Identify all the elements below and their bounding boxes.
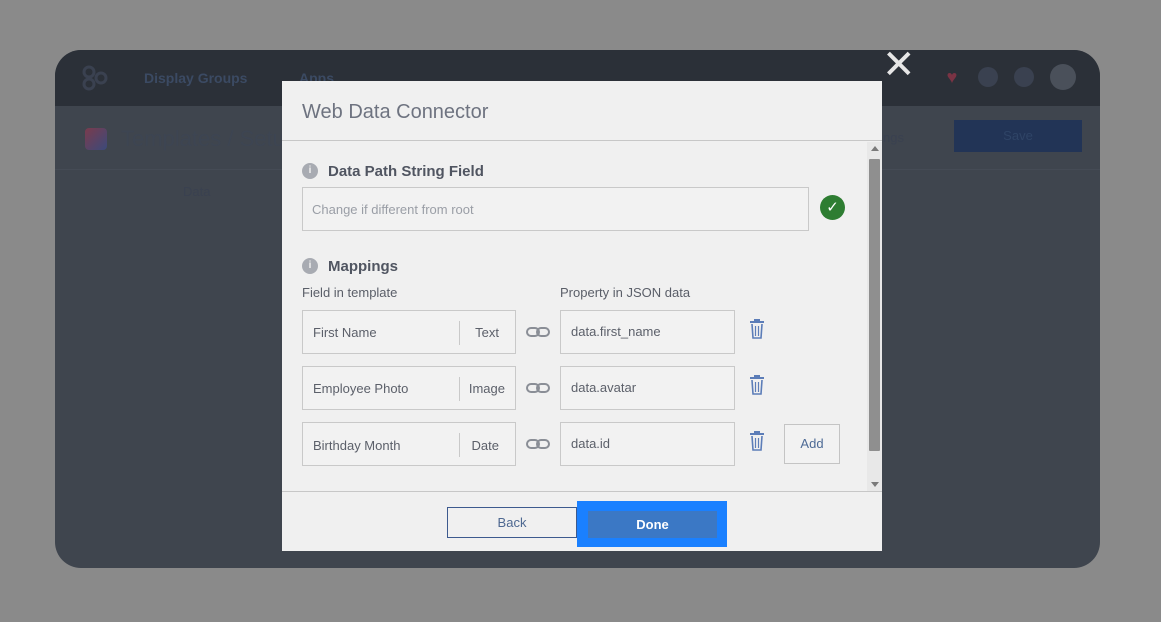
mapping-row: Employee Photo Image data.avatar bbox=[302, 366, 862, 412]
mappings-title: Mappings bbox=[328, 258, 398, 275]
nav-display-groups[interactable]: Display Groups bbox=[144, 70, 247, 86]
field-name: Employee Photo bbox=[313, 381, 409, 396]
property-in-json-label: Property in JSON data bbox=[560, 285, 691, 300]
web-data-connector-modal: Web Data Connector i Data Path String Fi… bbox=[282, 81, 882, 551]
field-type: Date bbox=[471, 438, 499, 453]
help-icon[interactable] bbox=[978, 67, 998, 87]
modal-body: i Data Path String Field Change if diffe… bbox=[282, 141, 867, 491]
template-field-select[interactable]: Employee Photo Image bbox=[302, 366, 516, 410]
modal-scrollbar[interactable] bbox=[867, 142, 882, 491]
link-icon bbox=[526, 383, 550, 393]
field-name: First Name bbox=[313, 325, 377, 340]
checkmark-icon: ✓ bbox=[820, 195, 845, 220]
heart-icon[interactable]: ♥ bbox=[942, 67, 962, 87]
template-field-select[interactable]: Birthday Month Date bbox=[302, 422, 516, 466]
data-path-title: Data Path String Field bbox=[328, 163, 484, 180]
field-in-template-label: Field in template bbox=[302, 285, 398, 300]
trash-icon[interactable] bbox=[749, 374, 765, 396]
settings-label: ngs bbox=[883, 130, 904, 145]
mapping-row: First Name Text data.first_name bbox=[302, 310, 862, 356]
page-title: Templates / Setu bbox=[121, 126, 285, 151]
modal-title: Web Data Connector bbox=[302, 101, 489, 123]
field-type: Image bbox=[468, 381, 505, 396]
json-property-input[interactable]: data.first_name bbox=[560, 310, 735, 354]
app-header-icons: ♥ bbox=[942, 64, 1076, 90]
back-button[interactable]: Back bbox=[447, 507, 577, 538]
close-icon[interactable]: ✕ bbox=[882, 45, 916, 85]
field-type: Text bbox=[475, 325, 499, 340]
scroll-down-arrow-icon[interactable] bbox=[871, 482, 879, 487]
field-divider bbox=[459, 377, 460, 401]
info-icon[interactable]: i bbox=[302, 163, 318, 179]
field-divider bbox=[459, 321, 460, 345]
field-name: Birthday Month bbox=[313, 438, 401, 453]
mapping-row: Birthday Month Date data.id Add bbox=[302, 422, 862, 468]
template-icon bbox=[85, 128, 107, 150]
modal-footer: Back Done bbox=[282, 491, 882, 551]
add-mapping-button[interactable]: Add bbox=[784, 424, 840, 464]
data-path-input[interactable]: Change if different from root bbox=[302, 187, 809, 231]
info-icon[interactable]: i bbox=[302, 258, 318, 274]
notifications-icon[interactable] bbox=[1014, 67, 1034, 87]
trash-icon[interactable] bbox=[749, 430, 765, 452]
sidebar-label-data: Data bbox=[183, 184, 211, 199]
field-divider bbox=[459, 433, 460, 457]
scroll-up-arrow-icon[interactable] bbox=[871, 146, 879, 151]
trash-icon[interactable] bbox=[749, 318, 765, 340]
json-property-input[interactable]: data.id bbox=[560, 422, 735, 466]
link-icon bbox=[526, 439, 550, 449]
avatar[interactable] bbox=[1050, 64, 1076, 90]
done-button[interactable]: Done bbox=[588, 511, 717, 538]
json-property-input[interactable]: data.avatar bbox=[560, 366, 735, 410]
save-button[interactable]: Save bbox=[954, 120, 1082, 152]
modal-header: Web Data Connector bbox=[282, 81, 882, 141]
template-field-select[interactable]: First Name Text bbox=[302, 310, 516, 354]
link-icon bbox=[526, 327, 550, 337]
scroll-thumb[interactable] bbox=[869, 159, 880, 451]
app-logo bbox=[82, 65, 108, 91]
